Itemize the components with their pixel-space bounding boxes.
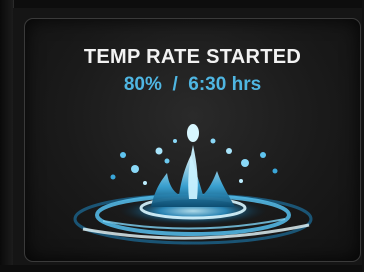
bezel-top — [0, 0, 364, 8]
water-splash-icon — [63, 111, 323, 251]
bezel-left — [0, 0, 14, 272]
status-title: TEMP RATE STARTED — [83, 46, 302, 68]
device-screen: TEMP RATE STARTED 80% / 6:30 hrs — [0, 0, 371, 272]
status-detail: 80% / 6:30 hrs — [25, 74, 360, 96]
bezel-right — [362, 0, 371, 272]
duration-value: 6:30 hrs — [188, 74, 262, 95]
status-card: TEMP RATE STARTED 80% / 6:30 hrs — [24, 18, 361, 262]
bezel-bottom — [0, 265, 364, 272]
separator: / — [172, 74, 178, 95]
rate-value: 80% — [123, 74, 162, 95]
